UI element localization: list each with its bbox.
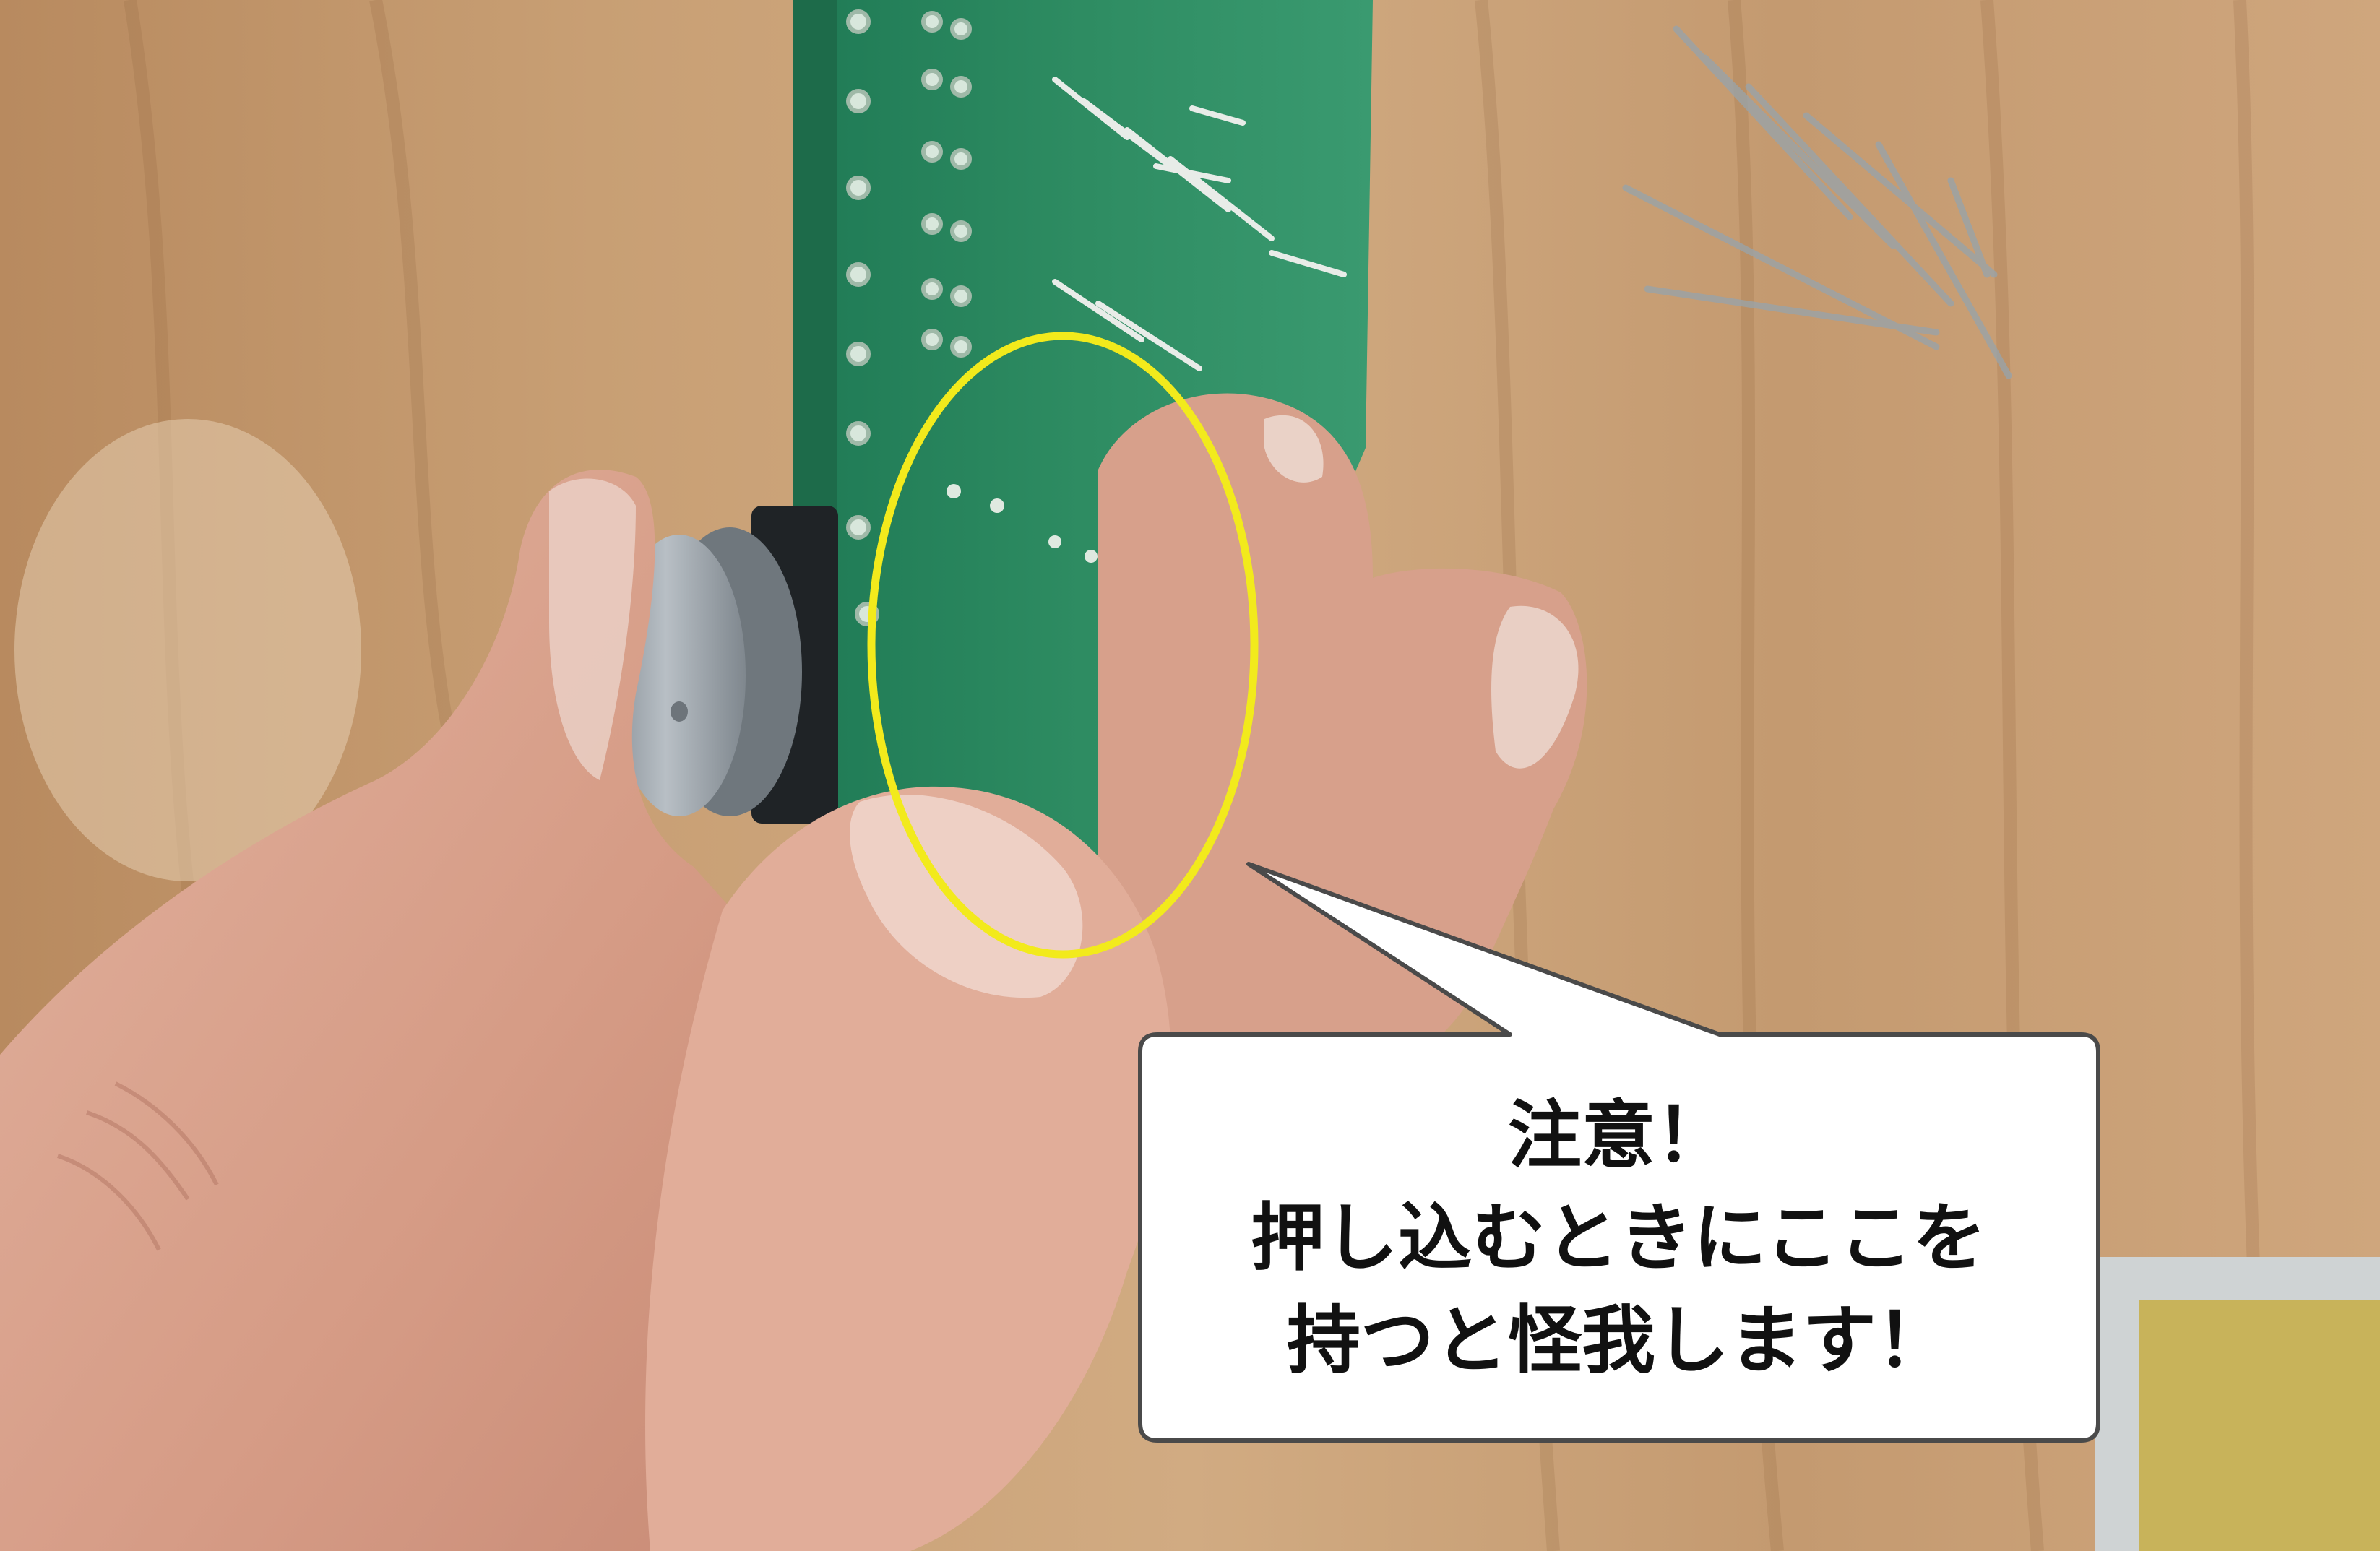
callout-line-consequence: 持つと怪我します！ <box>1287 1298 1950 1384</box>
callout-line-warning: 注意！ <box>1508 1093 1729 1179</box>
callout-line-instruction: 押し込むときにここを <box>1251 1196 1986 1282</box>
component-cap-hole <box>671 701 688 722</box>
solder-sponge <box>2139 1300 2380 1551</box>
table-light-patch <box>14 419 361 881</box>
callout-text: 注意！ 押し込むときにここを 持つと怪我します！ <box>1140 1039 2097 1439</box>
